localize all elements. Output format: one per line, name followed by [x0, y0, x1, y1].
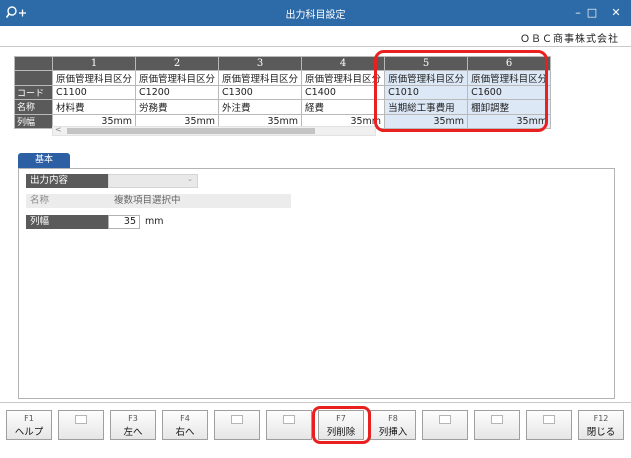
chevron-down-icon: ⌄: [187, 175, 193, 183]
fkey-blank: [491, 415, 503, 424]
fkey-blank: [231, 415, 243, 424]
column-header-3[interactable]: 3: [218, 56, 303, 71]
f5-button[interactable]: [214, 410, 260, 440]
grid-cell[interactable]: 労務費: [135, 98, 220, 115]
name-field: 複数項目選択中: [108, 194, 291, 208]
fkey-number: F8: [388, 414, 398, 423]
row-label: 列幅: [14, 113, 53, 129]
grid-cell[interactable]: C1400: [301, 84, 386, 100]
divider: [0, 46, 631, 47]
width-unit: mm: [145, 216, 164, 227]
window-title: 出力科目設定: [285, 10, 346, 21]
fkey-label: 左へ: [123, 427, 143, 438]
horizontal-scrollbar[interactable]: <: [52, 125, 376, 136]
grid-cell[interactable]: 材料費: [51, 98, 137, 115]
fkey-label: ヘルプ: [14, 427, 44, 438]
fkey-number: F1: [24, 414, 34, 423]
fkey-number: F4: [180, 414, 190, 423]
fkey-label: 右へ: [175, 427, 195, 438]
title-bar: 出力科目設定 – □ ✕: [0, 0, 631, 26]
f8-insert-column-button[interactable]: F8 列挿入: [370, 410, 416, 440]
close-button[interactable]: ✕: [603, 4, 629, 22]
fkey-blank: [75, 415, 87, 424]
column-header-4[interactable]: 4: [301, 56, 386, 71]
grid-cell[interactable]: C1300: [218, 84, 303, 100]
f9-button[interactable]: [422, 410, 468, 440]
f3-left-button[interactable]: F3 左へ: [110, 410, 156, 440]
fkey-label: 列挿入: [378, 427, 408, 438]
fkey-number: F3: [128, 414, 138, 423]
maximize-button[interactable]: □: [579, 4, 605, 22]
f4-right-button[interactable]: F4 右へ: [162, 410, 208, 440]
scroll-left-icon[interactable]: <: [55, 125, 62, 134]
row-label: [14, 69, 53, 86]
f2-button[interactable]: [58, 410, 104, 440]
fkey-blank: [543, 415, 555, 424]
output-content-select[interactable]: ⌄: [108, 174, 198, 188]
scrollbar-thumb[interactable]: [67, 128, 315, 134]
grid-cell[interactable]: C1200: [135, 84, 220, 100]
f12-close-button[interactable]: F12 閉じる: [578, 410, 624, 440]
grid-cell[interactable]: 原価管理科目区分: [51, 69, 137, 86]
divider: [0, 402, 631, 403]
width-label: 列幅: [26, 215, 108, 229]
f10-button[interactable]: [474, 410, 520, 440]
row-label: 名称: [14, 98, 53, 115]
grid-cell[interactable]: C1100: [51, 84, 137, 100]
grid-cell[interactable]: 経費: [301, 98, 386, 115]
selection-highlight: [374, 50, 548, 132]
fkey-blank: [283, 415, 295, 424]
fkey-label: 閉じる: [586, 427, 616, 438]
column-header-1[interactable]: 1: [51, 56, 137, 71]
company-name: ＯＢＣ商事株式会社: [520, 34, 619, 45]
name-label: 名称: [26, 194, 108, 208]
grid-corner: [14, 56, 53, 71]
row-label: コード: [14, 84, 53, 100]
grid-cell[interactable]: 原価管理科目区分: [135, 69, 220, 86]
grid-cell[interactable]: 外注費: [218, 98, 303, 115]
f7-highlight: [312, 406, 371, 444]
output-content-label: 出力内容: [26, 174, 108, 188]
grid-cell[interactable]: 原価管理科目区分: [218, 69, 303, 86]
grid-cell[interactable]: 原価管理科目区分: [301, 69, 386, 86]
f1-help-button[interactable]: F1 ヘルプ: [6, 410, 52, 440]
width-input[interactable]: 35: [108, 215, 140, 229]
tab-basic[interactable]: 基本: [18, 153, 70, 168]
column-header-2[interactable]: 2: [135, 56, 220, 71]
fkey-number: F12: [593, 414, 609, 423]
fkey-blank: [439, 415, 451, 424]
f11-button[interactable]: [526, 410, 572, 440]
f6-button[interactable]: [266, 410, 312, 440]
